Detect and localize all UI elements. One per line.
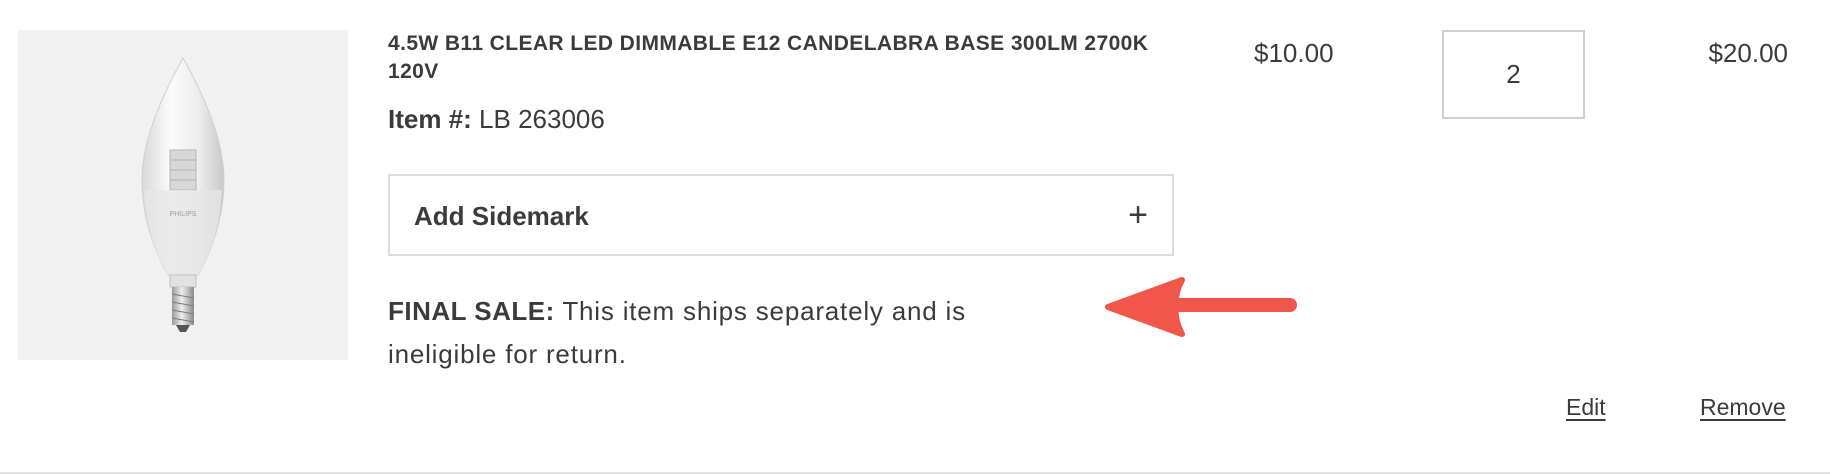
arrow-left-icon [1105,277,1297,337]
line-total: $20.00 [1708,38,1788,68]
final-sale-notice: FINAL SALE: This item ships separately a… [388,290,1048,376]
product-title[interactable]: 4.5W B11 CLEAR LED DIMMABLE E12 CANDELAB… [388,30,1168,86]
brand-mark: PHILIPS [170,211,197,218]
quantity-input[interactable] [1442,30,1585,119]
item-number-label: Item #: [388,104,472,134]
cart-line-item: PHILIPS 4.5W B11 CLEAR LED DIMMABLE E12 … [0,0,1830,476]
add-sidemark-button[interactable]: Add Sidemark + [388,174,1174,256]
remove-link[interactable]: Remove [1700,394,1786,421]
add-sidemark-label: Add Sidemark [414,201,589,231]
item-number: Item #: LB 263006 [388,104,605,135]
row-divider [0,472,1830,474]
edit-link[interactable]: Edit [1566,394,1606,421]
final-sale-label: FINAL SALE: [388,296,555,326]
led-candelabra-bulb-image: PHILIPS [141,56,225,332]
unit-price: $10.00 [1254,38,1334,68]
item-number-value: LB 263006 [479,104,605,134]
plus-icon: + [1128,196,1148,234]
product-image[interactable]: PHILIPS [18,30,348,360]
